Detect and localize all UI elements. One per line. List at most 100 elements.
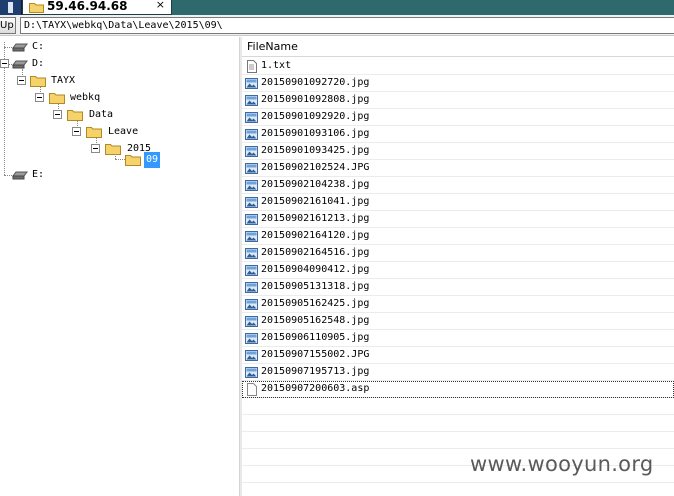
- folder-icon: [67, 110, 83, 121]
- file-row[interactable]: 20150905162548.jpg: [242, 313, 674, 330]
- image-file-icon: [245, 333, 258, 344]
- file-row[interactable]: 20150901092720.jpg: [242, 75, 674, 92]
- image-file-icon: [245, 265, 258, 276]
- empty-row: [242, 415, 674, 432]
- tree-node-d-drive[interactable]: D:: [0, 56, 120, 72]
- tree-node-label: 09: [144, 152, 161, 168]
- column-header-filename[interactable]: FileName: [242, 39, 674, 57]
- file-row[interactable]: 20150901093425.jpg: [242, 143, 674, 160]
- text-file-icon: [247, 60, 257, 73]
- file-name: 20150902164120.jpg: [261, 230, 370, 241]
- directory-tree: C: D: TAYX webkq Data Leave 2015 09 E:: [0, 37, 239, 496]
- tree-node-label: D:: [32, 58, 45, 69]
- address-toolbar: Up D:\TAYX\webkq\Data\Leave\2015\09\: [0, 15, 674, 36]
- image-file-icon: [245, 367, 258, 378]
- file-name: 20150905131318.jpg: [261, 281, 370, 292]
- file-row[interactable]: 20150902104238.jpg: [242, 177, 674, 194]
- tree-node-leave[interactable]: Leave: [0, 124, 180, 140]
- file-name: 20150904090412.jpg: [261, 264, 370, 275]
- collapse-toggle[interactable]: [53, 110, 62, 119]
- tree-node-e-drive[interactable]: E:: [0, 167, 120, 183]
- collapse-toggle[interactable]: [0, 59, 9, 68]
- file-name: 20150901093106.jpg: [261, 128, 370, 139]
- file-name: 20150902104238.jpg: [261, 179, 370, 190]
- image-file-icon: [245, 197, 258, 208]
- empty-row: [242, 432, 674, 449]
- tab-title: 59.46.94.68: [47, 0, 128, 13]
- file-name: 20150902164516.jpg: [261, 247, 370, 258]
- file-row[interactable]: 20150902164516.jpg: [242, 245, 674, 262]
- collapse-toggle[interactable]: [35, 93, 44, 102]
- tree-node-tayx[interactable]: TAYX: [0, 73, 140, 89]
- up-button[interactable]: Up: [0, 17, 16, 34]
- file-row[interactable]: 20150905131318.jpg: [242, 279, 674, 296]
- file-list: FileName 1.txt 20150901092720.jpg 20150901…: [242, 37, 674, 496]
- image-file-icon: [245, 231, 258, 242]
- tree-node-label: webkq: [70, 92, 101, 103]
- tab-bar: 59.46.94.68 ×: [0, 0, 674, 15]
- folder-icon: [29, 3, 44, 13]
- collapse-toggle[interactable]: [72, 127, 81, 136]
- file-name: 20150907200603.asp: [261, 383, 370, 394]
- tree-node-label: Data: [89, 109, 114, 120]
- blank-file-icon: [247, 383, 257, 396]
- image-file-icon: [245, 214, 258, 225]
- drive-icon: [12, 43, 28, 52]
- file-row[interactable]: 20150904090412.jpg: [242, 262, 674, 279]
- file-row[interactable]: 20150901092920.jpg: [242, 109, 674, 126]
- file-name: 20150902161213.jpg: [261, 213, 370, 224]
- file-row[interactable]: 20150902164120.jpg: [242, 228, 674, 245]
- file-name: 20150902161041.jpg: [261, 196, 370, 207]
- tree-node-c-drive[interactable]: C:: [0, 39, 120, 55]
- file-name: 20150905162548.jpg: [261, 315, 370, 326]
- folder-icon: [49, 93, 65, 104]
- folder-icon: [125, 155, 141, 166]
- file-name: 20150901093425.jpg: [261, 145, 370, 156]
- image-file-icon: [245, 316, 258, 327]
- tab-close-icon[interactable]: ×: [156, 0, 165, 11]
- drive-icon: [12, 171, 28, 180]
- system-menu-button[interactable]: [0, 0, 22, 15]
- path-input[interactable]: D:\TAYX\webkq\Data\Leave\2015\09\: [20, 17, 674, 34]
- tree-node-label: TAYX: [51, 75, 76, 86]
- tree-node-label: Leave: [108, 126, 139, 137]
- image-file-icon: [245, 129, 258, 140]
- image-file-icon: [245, 95, 258, 106]
- file-row[interactable]: 20150902161041.jpg: [242, 194, 674, 211]
- file-row[interactable]: 20150907155002.JPG: [242, 347, 674, 364]
- file-row[interactable]: 20150901093106.jpg: [242, 126, 674, 143]
- image-file-icon: [245, 78, 258, 89]
- column-header-label: FileName: [247, 40, 298, 53]
- tree-node-09[interactable]: 09: [0, 152, 180, 168]
- image-file-icon: [245, 180, 258, 191]
- folder-icon: [86, 127, 102, 138]
- file-name: 20150907155002.JPG: [261, 349, 370, 360]
- file-name: 20150905162425.jpg: [261, 298, 370, 309]
- image-file-icon: [245, 350, 258, 361]
- image-file-icon: [245, 112, 258, 123]
- file-row[interactable]: 1.txt: [242, 58, 674, 75]
- file-name: 20150906110905.jpg: [261, 332, 370, 343]
- file-row[interactable]: 20150902161213.jpg: [242, 211, 674, 228]
- file-row[interactable]: 20150907200603.asp: [242, 381, 674, 398]
- file-row[interactable]: 20150906110905.jpg: [242, 330, 674, 347]
- file-row[interactable]: 20150905162425.jpg: [242, 296, 674, 313]
- file-row[interactable]: 20150907195713.jpg: [242, 364, 674, 381]
- tab-connection[interactable]: 59.46.94.68 ×: [22, 0, 172, 15]
- tree-node-data[interactable]: Data: [0, 107, 160, 123]
- drive-icon: [12, 60, 28, 69]
- image-file-icon: [245, 146, 258, 157]
- file-name: 20150902102524.JPG: [261, 162, 370, 173]
- file-row[interactable]: 20150902102524.JPG: [242, 160, 674, 177]
- image-file-icon: [245, 163, 258, 174]
- file-name: 20150901092720.jpg: [261, 77, 370, 88]
- file-row[interactable]: 20150901092808.jpg: [242, 92, 674, 109]
- image-file-icon: [245, 248, 258, 259]
- tree-node-webkq[interactable]: webkq: [0, 90, 160, 106]
- collapse-toggle[interactable]: [17, 76, 26, 85]
- image-file-icon: [245, 299, 258, 310]
- watermark: www.wooyun.org: [470, 452, 654, 476]
- file-name: 20150901092920.jpg: [261, 111, 370, 122]
- folder-icon: [30, 76, 46, 87]
- image-file-icon: [245, 282, 258, 293]
